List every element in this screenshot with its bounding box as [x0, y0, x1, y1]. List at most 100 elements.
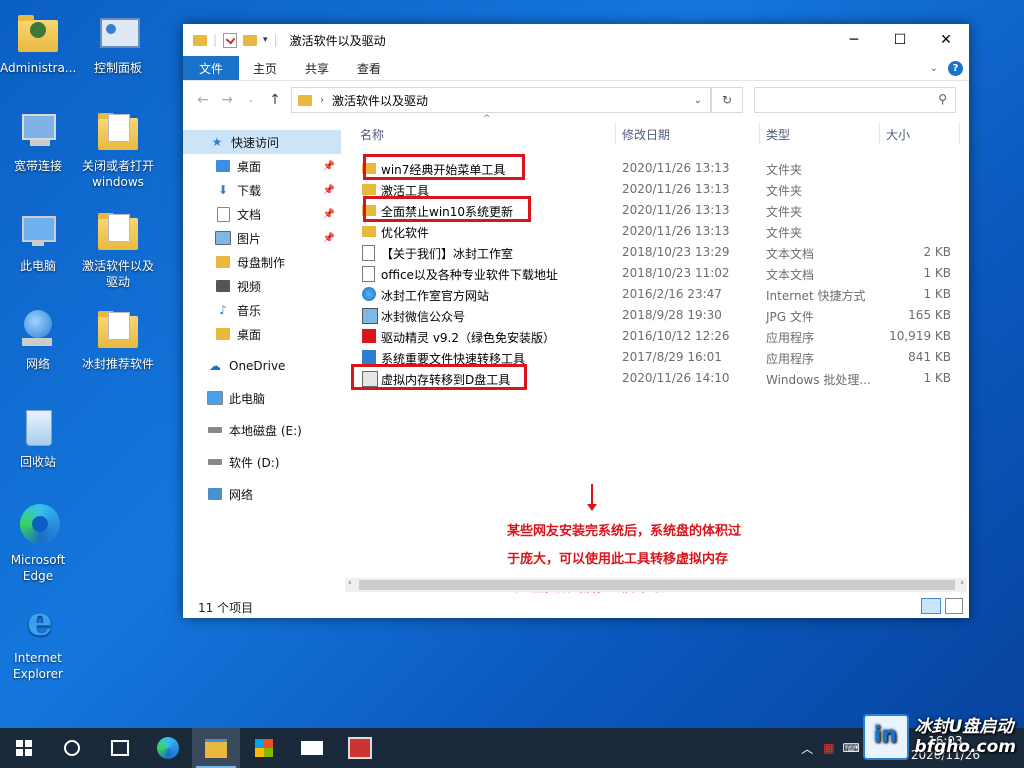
column-header-type[interactable]: 类型	[766, 126, 790, 143]
nav-this-pc[interactable]: 此电脑	[183, 386, 341, 410]
desktop-icon-label: 宽带连接	[13, 159, 62, 173]
pin-icon[interactable]: 📌	[323, 185, 335, 196]
details-view-icon[interactable]	[921, 598, 941, 614]
taskbar-app[interactable]	[336, 728, 384, 768]
expand-ribbon-icon[interactable]: ⌄	[930, 63, 938, 74]
desktop-icon-network[interactable]: 网络	[0, 308, 76, 372]
nav-desktop-folder[interactable]: 桌面	[183, 322, 341, 346]
desktop-icon-edge[interactable]: Microsoft Edge	[0, 504, 76, 584]
column-header-date[interactable]: 修改日期	[622, 126, 670, 143]
scroll-left-icon[interactable]: ‹	[348, 578, 352, 588]
nav-network[interactable]: 网络	[183, 482, 341, 506]
desktop-icon-recommended-software[interactable]: 冰封推荐软件	[80, 308, 156, 372]
file-row[interactable]: 冰封工作室官方网站 2016/2/16 23:47 Internet 快捷方式 1 K…	[343, 284, 969, 305]
file-row[interactable]: 冰封微信公众号 2018/9/28 19:30 JPG 文件 165 KB	[343, 305, 969, 326]
file-row[interactable]: 【关于我们】冰封工作室 2018/10/23 13:29 文本文档 2 KB	[343, 242, 969, 263]
desktop-icon-activation-folder[interactable]: 激活软件以及驱动	[80, 210, 156, 290]
network-icon[interactable]: ⌨	[843, 741, 860, 755]
nav-item-label: 图片	[237, 231, 262, 246]
desktop-icon-this-pc[interactable]: 此电脑	[0, 210, 76, 274]
file-row[interactable]: 驱动精灵 v9.2（绿色免安装版） 2016/10/12 12:26 应用程序 10,…	[343, 326, 969, 347]
file-row[interactable]: win7经典开始菜单工具 2020/11/26 13:13 文件夹	[343, 154, 969, 180]
nav-videos[interactable]: 视频	[183, 274, 341, 298]
desktop-icon-label: 关闭或者打开windows D...	[81, 159, 154, 189]
back-arrow-icon[interactable]: ←	[191, 92, 215, 108]
help-icon[interactable]: ?	[948, 60, 963, 76]
horizontal-scrollbar[interactable]: ‹ ›	[345, 578, 967, 592]
nav-master-disk[interactable]: 母盘制作	[183, 250, 341, 274]
desktop-icon-control-panel[interactable]: 控制面板	[80, 12, 156, 76]
new-folder-icon[interactable]	[243, 34, 258, 46]
nav-quick-access[interactable]: ★ 快速访问	[183, 130, 341, 154]
file-row[interactable]: 全面禁止win10系统更新 2020/11/26 13:13 文件夹	[343, 196, 969, 222]
file-name: office以及各种专业软件下载地址	[381, 268, 558, 282]
desktop-icon-recycle-bin[interactable]: 回收站	[0, 406, 76, 470]
column-separator[interactable]	[959, 122, 960, 144]
tab-view[interactable]: 查看	[343, 56, 395, 80]
scroll-right-icon[interactable]: ›	[960, 578, 964, 588]
file-date: 2020/11/26 13:13	[622, 161, 730, 175]
search-input[interactable]: ⚲	[754, 87, 956, 113]
desktop-icon-ie[interactable]: e Internet Explorer	[0, 602, 76, 682]
pin-icon[interactable]: 📌	[323, 209, 335, 220]
close-button[interactable]: ✕	[923, 24, 969, 56]
address-bar[interactable]: › 激活软件以及驱动 ⌄	[291, 87, 711, 113]
nav-desktop[interactable]: 桌面 📌	[183, 154, 341, 178]
desktop-icon-broadband[interactable]: 宽带连接	[0, 110, 76, 174]
file-row[interactable]: office以及各种专业软件下载地址 2018/10/23 11:02 文本文档 1 …	[343, 263, 969, 284]
refresh-button[interactable]: ↻	[711, 87, 743, 113]
forward-arrow-icon[interactable]: →	[215, 92, 239, 108]
document-folder-icon	[96, 308, 140, 352]
quick-access-toolbar: | ▾ |	[193, 32, 278, 48]
file-row[interactable]: 虚拟内存转移到D盘工具 2020/11/26 14:10 Windows 批处理..…	[343, 364, 969, 390]
column-header-name[interactable]: 名称	[360, 126, 384, 143]
up-arrow-icon[interactable]: ↑	[263, 92, 287, 108]
nav-item-label: 快速访问	[231, 135, 280, 150]
nav-onedrive[interactable]: ☁ OneDrive	[183, 354, 341, 378]
column-header-size[interactable]: 大小	[886, 126, 910, 143]
nav-downloads[interactable]: ⬇ 下载 📌	[183, 178, 341, 202]
nav-music[interactable]: ♪ 音乐	[183, 298, 341, 322]
scrollbar-thumb[interactable]	[359, 580, 955, 590]
column-separator[interactable]	[615, 122, 616, 144]
taskbar-store[interactable]	[240, 728, 288, 768]
chevron-down-icon[interactable]: ▾	[263, 35, 268, 45]
breadcrumb-chevron-icon[interactable]: ›	[320, 95, 324, 106]
recent-locations-icon[interactable]: ⌄	[239, 95, 263, 105]
pin-icon[interactable]: 📌	[323, 233, 335, 244]
tab-home[interactable]: 主页	[239, 56, 291, 80]
show-hidden-icons[interactable]: ︿	[801, 740, 813, 757]
maximize-button[interactable]: ☐	[877, 24, 923, 56]
tab-share[interactable]: 共享	[291, 56, 343, 80]
nav-software-d[interactable]: 软件 (D:)	[183, 450, 341, 474]
desktop-icon-administrator[interactable]: Administra...	[0, 12, 76, 76]
nav-pictures[interactable]: 图片 📌	[183, 226, 341, 250]
address-dropdown-icon[interactable]: ⌄	[694, 95, 702, 106]
desktop-icon-windows-defender[interactable]: 关闭或者打开windows D...	[80, 110, 156, 190]
breadcrumb-current[interactable]: 激活软件以及驱动	[332, 92, 428, 109]
pin-icon[interactable]: 📌	[323, 161, 335, 172]
minimize-button[interactable]: ─	[831, 24, 877, 56]
video-icon	[215, 279, 231, 293]
task-view-button[interactable]	[96, 728, 144, 768]
store-bag-icon	[255, 739, 273, 757]
column-separator[interactable]	[759, 122, 760, 144]
control-panel-icon	[96, 12, 140, 56]
nav-documents[interactable]: 文档 📌	[183, 202, 341, 226]
nav-local-disk-e[interactable]: 本地磁盘 (E:)	[183, 418, 341, 442]
taskbar-file-explorer[interactable]	[192, 728, 240, 768]
title-bar[interactable]: | ▾ | 激活软件以及驱动 ─ ☐ ✕	[183, 24, 969, 56]
search-button[interactable]	[48, 728, 96, 768]
large-icons-view-icon[interactable]	[945, 598, 963, 614]
column-separator[interactable]	[879, 122, 880, 144]
nav-item-label: 此电脑	[229, 391, 266, 406]
properties-icon[interactable]	[223, 32, 238, 48]
start-button[interactable]	[0, 728, 48, 768]
file-row[interactable]: 优化软件 2020/11/26 13:13 文件夹	[343, 221, 969, 242]
drive-icon	[207, 423, 223, 437]
taskbar-edge[interactable]	[144, 728, 192, 768]
tab-file[interactable]: 文件	[183, 56, 240, 80]
taskbar-mail[interactable]	[288, 728, 336, 768]
computer-icon	[16, 210, 60, 254]
tray-app-icon[interactable]: ▦	[823, 741, 834, 755]
